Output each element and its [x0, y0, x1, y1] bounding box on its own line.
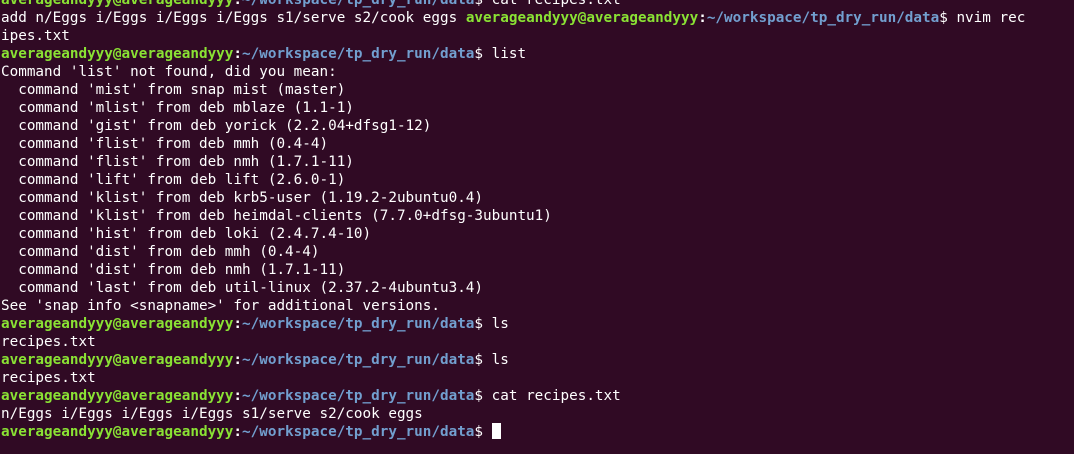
output-line: command 'mlist' from deb mblaze (1.1-1) [1, 99, 1074, 117]
output-line: command 'gist' from deb yorick (2.2.04+d… [1, 117, 1074, 135]
command-text: ls [483, 352, 509, 368]
output-line: recipes.txt [1, 369, 1074, 387]
prompt-line: averageandyyy@averageandyyy:~/workspace/… [1, 423, 1074, 441]
prompt-separator: : [233, 0, 243, 8]
output-text: command 'gist' from deb yorick (2.2.04+d… [1, 118, 432, 134]
prompt-symbol: $ [474, 46, 484, 62]
output-text: add n/Eggs i/Eggs i/Eggs i/Eggs s1/serve… [1, 10, 466, 26]
prompt-path: ~/workspace/tp_dry_run/data [242, 46, 475, 62]
prompt-path: ~/workspace/tp_dry_run/data [242, 424, 475, 440]
output-line: See 'snap info <snapname>' for additiona… [1, 297, 1074, 315]
prompt-symbol: $ [474, 316, 484, 332]
command-text [483, 424, 492, 440]
prompt-line: averageandyyy@averageandyyy:~/workspace/… [1, 387, 1074, 405]
prompt-symbol: $ [939, 10, 948, 26]
prompt-separator: : [233, 388, 243, 404]
text-cursor[interactable] [491, 423, 501, 439]
prompt-line: averageandyyy@averageandyyy:~/workspace/… [1, 315, 1074, 333]
output-line: command 'dist' from deb nmh (1.7.1-11) [1, 261, 1074, 279]
prompt-separator: : [233, 352, 243, 368]
prompt-path: ~/workspace/tp_dry_run/data [242, 388, 475, 404]
output-line: command 'flist' from deb mmh (0.4-4) [1, 135, 1074, 153]
output-line: command 'hist' from deb loki (2.4.7.4-10… [1, 225, 1074, 243]
prompt-separator: : [698, 10, 707, 26]
command-text: ls [483, 316, 509, 332]
prompt-user-host: averageandyyy@averageandyyy [465, 10, 699, 26]
output-text: command 'hist' from deb loki (2.4.7.4-10… [1, 226, 372, 242]
output-line: command 'klist' from deb heimdal-clients… [1, 207, 1074, 225]
output-text: command 'klist' from deb krb5-user (1.19… [1, 190, 484, 206]
prompt-line: averageandyyy@averageandyyy:~/workspace/… [1, 351, 1074, 369]
prompt-symbol: $ [474, 352, 484, 368]
output-line: command 'mist' from snap mist (master) [1, 81, 1074, 99]
prompt-user-host: averageandyyy@averageandyyy [1, 424, 234, 440]
output-text: recipes.txt [1, 334, 96, 350]
output-line: Command 'list' not found, did you mean: [1, 63, 1074, 81]
command-text: cat recipes.txt [483, 388, 621, 404]
output-text: ipes.txt [1, 28, 70, 44]
output-text: n/Eggs i/Eggs i/Eggs i/Eggs s1/serve s2/… [1, 406, 423, 422]
prompt-symbol: $ [474, 388, 484, 404]
output-text: command 'klist' from deb heimdal-clients… [1, 208, 552, 224]
output-text: See 'snap info <snapname>' for additiona… [1, 298, 440, 314]
prompt-path: ~/workspace/tp_dry_run/data [242, 0, 475, 8]
output-line: recipes.txt [1, 333, 1074, 351]
output-line: command 'lift' from deb lift (2.6.0-1) [1, 171, 1074, 189]
prompt-symbol: $ [474, 424, 484, 440]
prompt-user-host: averageandyyy@averageandyyy [1, 46, 234, 62]
prompt-user-host: averageandyyy@averageandyyy [1, 0, 234, 8]
prompt-symbol: $ [474, 0, 484, 8]
output-line: command 'dist' from deb mmh (0.4-4) [1, 243, 1074, 261]
output-text: command 'mlist' from deb mblaze (1.1-1) [1, 100, 354, 116]
output-line: command 'last' from deb util-linux (2.37… [1, 279, 1074, 297]
output-text: command 'flist' from deb nmh (1.7.1-11) [1, 154, 354, 170]
command-text: nvim rec [947, 10, 1026, 26]
prompt-separator: : [233, 46, 243, 62]
prompt-user-host: averageandyyy@averageandyyy [1, 316, 234, 332]
output-text: command 'dist' from deb mmh (0.4-4) [1, 244, 320, 260]
output-text: command 'last' from deb util-linux (2.37… [1, 280, 484, 296]
output-text: recipes.txt [1, 370, 96, 386]
prompt-line: averageandyyy@averageandyyy:~/workspace/… [1, 45, 1074, 63]
output-text: Command 'list' not found, did you mean: [1, 64, 337, 80]
output-text: command 'lift' from deb lift (2.6.0-1) [1, 172, 346, 188]
terminal-output: averageandyyy@averageandyyy:~/workspace/… [1, 0, 1074, 441]
prompt-line: averageandyyy@averageandyyy:~/workspace/… [1, 0, 1074, 9]
prompt-path: ~/workspace/tp_dry_run/data [242, 352, 475, 368]
output-line: command 'flist' from deb nmh (1.7.1-11) [1, 153, 1074, 171]
output-text: command 'mist' from snap mist (master) [1, 82, 346, 98]
prompt-separator: : [233, 424, 243, 440]
output-line: n/Eggs i/Eggs i/Eggs i/Eggs s1/serve s2/… [1, 405, 1074, 423]
output-line: add n/Eggs i/Eggs i/Eggs i/Eggs s1/serve… [1, 9, 1074, 27]
command-text: list [483, 46, 527, 62]
output-text: command 'dist' from deb nmh (1.7.1-11) [1, 262, 346, 278]
output-text: command 'flist' from deb mmh (0.4-4) [1, 136, 329, 152]
prompt-user-host: averageandyyy@averageandyyy [1, 352, 234, 368]
command-text: cat recipes.txt [483, 0, 621, 8]
prompt-path: ~/workspace/tp_dry_run/data [242, 316, 475, 332]
output-line: command 'klist' from deb krb5-user (1.19… [1, 189, 1074, 207]
prompt-separator: : [233, 316, 243, 332]
prompt-user-host: averageandyyy@averageandyyy [1, 388, 234, 404]
prompt-path: ~/workspace/tp_dry_run/data [706, 10, 940, 26]
terminal-window[interactable]: averageandyyy@averageandyyy:~/workspace/… [0, 0, 1074, 454]
output-line: ipes.txt [1, 27, 1074, 45]
